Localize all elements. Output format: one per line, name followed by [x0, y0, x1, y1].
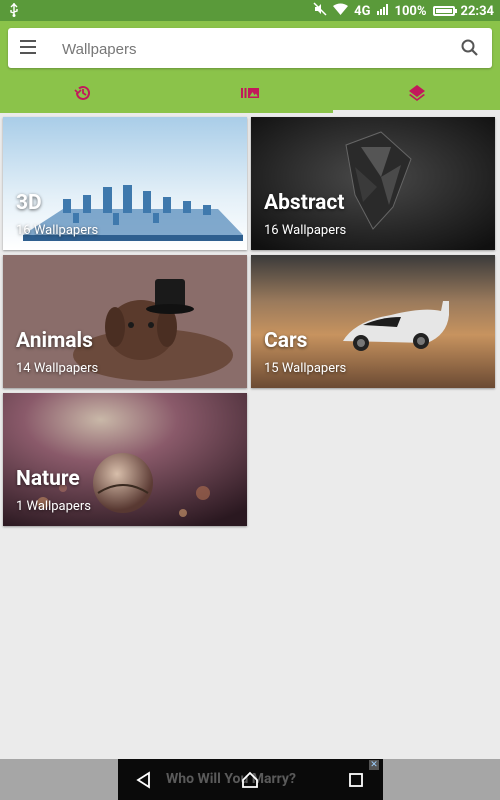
tab-history[interactable] — [0, 77, 167, 113]
search-icon[interactable] — [460, 38, 480, 58]
ad-close-icon[interactable]: ✕ — [369, 760, 379, 770]
mute-icon — [313, 2, 327, 20]
category-title: Cars — [264, 329, 308, 353]
category-title: 3D — [16, 191, 42, 215]
search-input[interactable] — [60, 37, 444, 61]
category-count: 15 Wallpapers — [264, 361, 347, 376]
back-icon[interactable] — [134, 770, 154, 790]
tab-categories[interactable] — [333, 77, 500, 113]
category-title: Abstract — [264, 191, 345, 215]
category-card-3d[interactable]: 3D 16 Wallpapers — [3, 117, 247, 250]
category-card-cars[interactable]: Cars 15 Wallpapers — [251, 255, 495, 388]
status-bar: 4G 100% 22:34 — [0, 0, 500, 21]
category-title: Animals — [16, 329, 93, 353]
app-header — [0, 21, 500, 113]
clock: 22:34 — [460, 3, 495, 19]
tab-collections[interactable] — [167, 77, 334, 113]
collections-icon — [240, 83, 260, 107]
layers-icon — [407, 83, 427, 107]
network-type: 4G — [354, 3, 371, 19]
battery-percent: 100% — [394, 3, 427, 19]
recent-apps-icon[interactable] — [346, 770, 366, 790]
wifi-icon — [333, 3, 349, 19]
home-icon[interactable] — [240, 770, 260, 790]
category-card-animals[interactable]: Animals 14 Wallpapers — [3, 255, 247, 388]
battery-icon — [432, 6, 457, 16]
category-card-nature[interactable]: Nature 1 Wallpapers — [3, 393, 247, 526]
category-title: Nature — [16, 467, 80, 491]
history-icon — [73, 83, 93, 107]
tab-bar — [0, 77, 500, 113]
ad-text: Who Will You Marry? — [166, 771, 296, 787]
category-card-abstract[interactable]: Abstract 16 Wallpapers — [251, 117, 495, 250]
search-bar — [8, 28, 492, 68]
menu-icon[interactable] — [20, 40, 36, 54]
category-count: 16 Wallpapers — [16, 223, 99, 238]
category-count: 16 Wallpapers — [264, 223, 347, 238]
signal-icon — [376, 3, 389, 19]
bottom-bar: Who Will You Marry? ✕ — [0, 759, 500, 800]
category-count: 14 Wallpapers — [16, 361, 99, 376]
category-count: 1 Wallpapers — [16, 499, 91, 514]
usb-icon — [9, 3, 19, 21]
